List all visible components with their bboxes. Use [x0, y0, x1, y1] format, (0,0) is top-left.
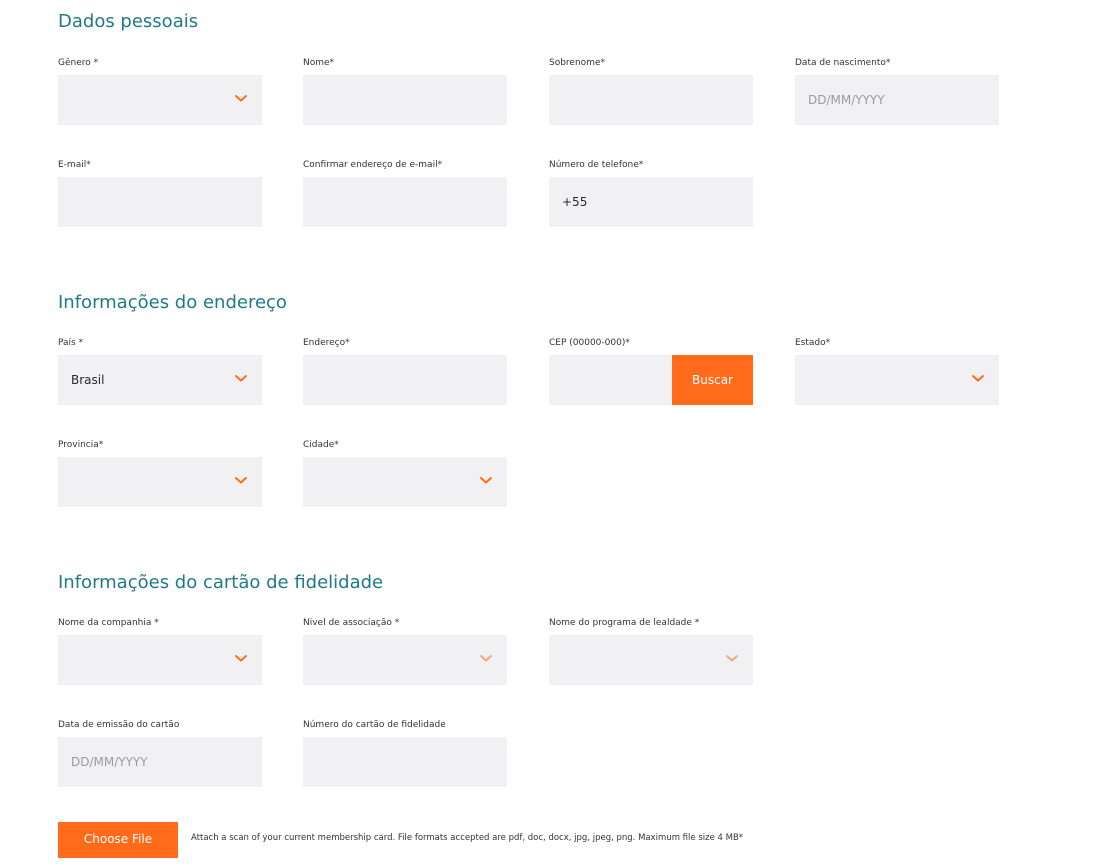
zip-field: CEP (00000-000)* Buscar: [549, 336, 753, 405]
chevron-down-icon: [235, 655, 247, 662]
program-name-label: Nome do programa de lealdade *: [549, 618, 700, 628]
city-field: Cidade*: [303, 438, 507, 507]
birth-date-field: Data de nascimento* DD/MM/YYYY: [795, 56, 999, 125]
issue-date-input[interactable]: DD/MM/YYYY: [58, 737, 262, 787]
first-name-field: Nome*: [303, 56, 507, 125]
chevron-down-icon: [726, 655, 738, 662]
card-number-input[interactable]: [303, 737, 507, 787]
zip-label: CEP (00000-000)*: [549, 338, 630, 348]
chevron-down-icon: [972, 375, 984, 382]
confirm-email-label: Confirmar endereço de e-mail*: [303, 160, 443, 170]
membership-level-field: Nivel de associação *: [303, 616, 507, 685]
section-title-loyalty: Informações do cartão de fidelidade: [58, 572, 384, 593]
confirm-email-field: Confirmar endereço de e-mail*: [303, 158, 507, 227]
phone-field: Número de telefone* +55: [549, 158, 753, 227]
email-input[interactable]: [58, 177, 262, 227]
phone-input[interactable]: +55: [549, 177, 753, 227]
chevron-down-icon: [235, 375, 247, 382]
program-name-field: Nome do programa de lealdade *: [549, 616, 753, 685]
street-input[interactable]: [303, 355, 507, 405]
country-label: País *: [58, 338, 84, 348]
search-zip-button[interactable]: Buscar: [672, 355, 753, 405]
issue-date-placeholder: DD/MM/YYYY: [71, 755, 148, 769]
zip-input[interactable]: [549, 355, 672, 405]
state-field: Estado*: [795, 336, 999, 405]
country-field: País * Brasil: [58, 336, 262, 405]
street-field: Endereço*: [303, 336, 507, 405]
program-name-select[interactable]: [549, 635, 753, 685]
birth-date-placeholder: DD/MM/YYYY: [808, 93, 885, 107]
state-select[interactable]: [795, 355, 999, 405]
birth-date-input[interactable]: DD/MM/YYYY: [795, 75, 999, 125]
section-title-personal: Dados pessoais: [58, 11, 199, 32]
chevron-down-icon: [235, 95, 247, 102]
first-name-input[interactable]: [303, 75, 507, 125]
gender-select[interactable]: [58, 75, 262, 125]
province-label: Provincia*: [58, 440, 104, 450]
company-name-select[interactable]: [58, 635, 262, 685]
phone-value: +55: [562, 195, 588, 209]
street-label: Endereço*: [303, 338, 350, 348]
first-name-label: Nome*: [303, 58, 335, 68]
last-name-label: Sobrenome*: [549, 58, 605, 68]
card-number-field: Número do cartão de fidelidade: [303, 718, 507, 787]
birth-date-label: Data de nascimento*: [795, 58, 891, 68]
state-label: Estado*: [795, 338, 831, 348]
last-name-field: Sobrenome*: [549, 56, 753, 125]
issue-date-field: Data de emissão do cartão DD/MM/YYYY: [58, 718, 262, 787]
confirm-email-input[interactable]: [303, 177, 507, 227]
issue-date-label: Data de emissão do cartão: [58, 720, 180, 730]
section-title-address: Informações do endereço: [58, 292, 287, 313]
company-name-label: Nome da companhia *: [58, 618, 159, 628]
email-field: E-mail*: [58, 158, 262, 227]
card-number-label: Número do cartão de fidelidade: [303, 720, 446, 730]
last-name-input[interactable]: [549, 75, 753, 125]
gender-label: Gênero *: [58, 58, 99, 68]
gender-field: Gênero *: [58, 56, 262, 125]
company-name-field: Nome da companhia *: [58, 616, 262, 685]
city-select[interactable]: [303, 457, 507, 507]
country-select[interactable]: Brasil: [58, 355, 262, 405]
email-label: E-mail*: [58, 160, 91, 170]
choose-file-button[interactable]: Choose File: [58, 822, 178, 858]
chevron-down-icon: [480, 477, 492, 484]
province-select[interactable]: [58, 457, 262, 507]
attach-hint-text: Attach a scan of your current membership…: [191, 833, 744, 843]
chevron-down-icon: [480, 655, 492, 662]
membership-level-select[interactable]: [303, 635, 507, 685]
country-value: Brasil: [71, 373, 105, 387]
phone-label: Número de telefone*: [549, 160, 644, 170]
chevron-down-icon: [235, 477, 247, 484]
city-label: Cidade*: [303, 440, 339, 450]
membership-level-label: Nivel de associação *: [303, 618, 400, 628]
province-field: Provincia*: [58, 438, 262, 507]
